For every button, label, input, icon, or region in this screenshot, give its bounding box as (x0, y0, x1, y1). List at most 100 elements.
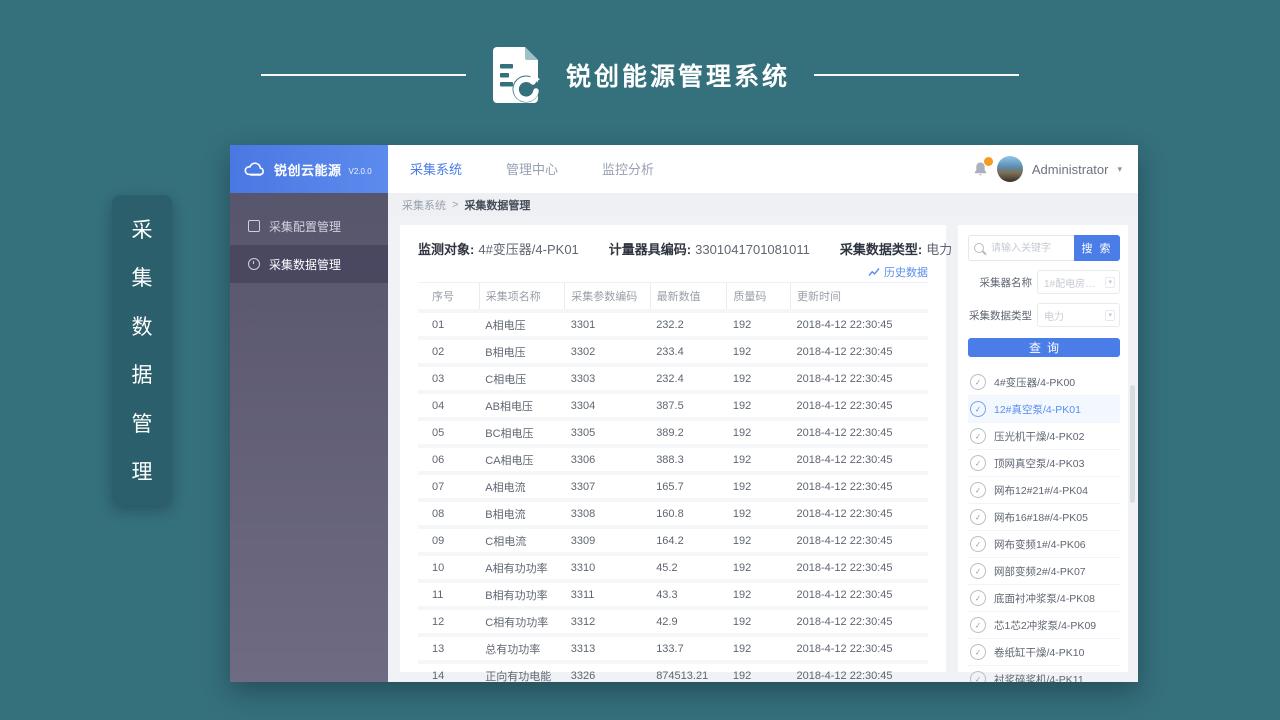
device-label: 4#变压器/4-PK00 (994, 375, 1075, 390)
check-icon: ✓ (969, 670, 987, 682)
side-card-title: 采集数据管理 (112, 195, 172, 505)
table-cell: 3308 (565, 500, 650, 527)
check-icon: ✓ (969, 481, 987, 499)
device-item[interactable]: ✓芯1芯2冲浆泵/4-PK09 (968, 612, 1120, 639)
monitor-object: 监测对象:4#变压器/4-PK01 (418, 239, 579, 258)
scrollbar[interactable] (1130, 385, 1135, 503)
table-cell: 232.2 (650, 311, 727, 338)
search-input[interactable] (989, 242, 1069, 255)
table-cell: 192 (727, 338, 791, 365)
device-label: 网布12#21#/4-PK04 (994, 483, 1088, 498)
device-label: 网部变频2#/4-PK07 (994, 564, 1086, 579)
table-cell: 02 (418, 338, 479, 365)
chevron-down-icon: ▾ (1105, 310, 1115, 321)
tab-1[interactable]: 采集系统 (410, 162, 462, 177)
table-cell: 3326 (565, 662, 650, 682)
table-cell: 192 (727, 473, 791, 500)
table-cell: 3302 (565, 338, 650, 365)
table-cell: 2018-4-12 22:30:45 (791, 473, 929, 500)
table-cell: 42.9 (650, 608, 727, 635)
device-item[interactable]: ✓网布变频1#/4-PK06 (968, 531, 1120, 558)
table-cell: 388.3 (650, 446, 727, 473)
app-main: 采集系统 管理中心 监控分析 Administrator ▾ 采集系统 > 采集数据… (388, 145, 1138, 682)
breadcrumb-separator: > (452, 199, 458, 211)
check-icon: ✓ (969, 508, 987, 526)
device-item[interactable]: ✓顶网真空泵/4-PK03 (968, 450, 1120, 477)
table-row: 12C相有功功率331242.91922018-4-12 22:30:45 (418, 608, 928, 635)
user-box: Administrator ▾ (973, 156, 1122, 182)
query-button[interactable]: 查询 (968, 338, 1120, 357)
monitor-info-row: 监测对象:4#变压器/4-PK01 计量器具编码: 330104170108101… (418, 239, 928, 258)
sidebar-item-label: 采集数据管理 (269, 256, 341, 273)
app-logo-version: V2.0.0 (349, 167, 372, 176)
monitor-object-value: 4#变压器/4-PK01 (478, 242, 578, 257)
app-logo: 锐创云能源 V2.0.0 (230, 145, 388, 193)
side-card-char: 数 (132, 311, 153, 341)
breadcrumb-parent[interactable]: 采集系统 (402, 197, 446, 213)
table-cell: 12 (418, 608, 479, 635)
history-data-link[interactable]: 历史数据 (868, 264, 928, 280)
sidebar-item-2[interactable]: 采集数据管理 (230, 245, 388, 283)
meter-code-value: 3301041701081011 (695, 242, 810, 257)
device-item[interactable]: ✓网布16#18#/4-PK05 (968, 504, 1120, 531)
datatype-label: 采集数据类型 (968, 308, 1032, 323)
tab-3[interactable]: 监控分析 (602, 162, 654, 177)
table-cell: 3309 (565, 527, 650, 554)
chevron-down-icon[interactable]: ▾ (1117, 164, 1122, 175)
check-icon: ✓ (969, 373, 987, 391)
tab-2[interactable]: 管理中心 (506, 162, 558, 177)
table-cell: 06 (418, 446, 479, 473)
table-cell: B相电压 (479, 338, 564, 365)
sidebar-item-1[interactable]: 采集配置管理 (230, 207, 388, 245)
device-item[interactable]: ✓ 网布12#21#/4-PK04 (968, 477, 1120, 504)
table-cell: 192 (727, 500, 791, 527)
table-row: 05BC相电压3305389.21922018-4-12 22:30:45 (418, 419, 928, 446)
device-item[interactable]: ✓卷纸缸干燥/4-PK10 (968, 639, 1120, 666)
data-type-value: 电力 (926, 242, 952, 257)
notification-bell-icon[interactable] (973, 161, 988, 177)
table-cell: 2018-4-12 22:30:45 (791, 365, 929, 392)
table-cell: 192 (727, 419, 791, 446)
search-button[interactable]: 搜 索 (1074, 235, 1120, 261)
table-cell: AB相电压 (479, 392, 564, 419)
table-cell: 3304 (565, 392, 650, 419)
device-item[interactable]: ✓12#真空泵/4-PK01 (968, 396, 1120, 423)
content-area: 监测对象:4#变压器/4-PK01 计量器具编码: 330104170108101… (388, 217, 1138, 682)
decor-line-right (814, 74, 1019, 76)
collector-select[interactable]: 1#配电房采集器 ▾ (1037, 270, 1120, 294)
table-cell: 2018-4-12 22:30:45 (791, 581, 929, 608)
cloud-icon (243, 162, 267, 177)
table-cell: 133.7 (650, 635, 727, 662)
table-cell: BC相电压 (479, 419, 564, 446)
page-header: 锐创能源管理系统 (0, 40, 1280, 110)
table-row: 08B相电流3308160.81922018-4-12 22:30:45 (418, 500, 928, 527)
table-row: 01A相电压3301232.21922018-4-12 22:30:45 (418, 311, 928, 338)
device-item[interactable]: ✓网部变频2#/4-PK07 (968, 558, 1120, 585)
table-cell: C相电压 (479, 365, 564, 392)
device-item[interactable]: ✓ 4#变压器/4-PK00 (968, 369, 1120, 396)
table-cell: 05 (418, 419, 479, 446)
data-type-label: 采集数据类型: (840, 242, 922, 257)
datatype-select[interactable]: 电力 ▾ (1037, 303, 1120, 327)
table-cell: 10 (418, 554, 479, 581)
meter-code-label: 计量器具编码: (609, 242, 691, 257)
device-item[interactable]: ✓衬浆碎浆机/4-PK11 (968, 666, 1120, 682)
user-name[interactable]: Administrator (1032, 162, 1109, 177)
table-cell: 2018-4-12 22:30:45 (791, 554, 929, 581)
column-header: 采集参数编码 (565, 283, 650, 312)
clock-icon (248, 258, 260, 270)
device-label: 底面衬冲浆泵/4-PK08 (994, 591, 1095, 606)
table-row: 10A相有功功率331045.21922018-4-12 22:30:45 (418, 554, 928, 581)
check-icon: ✓ (969, 427, 987, 445)
device-label: 芯1芯2冲浆泵/4-PK09 (994, 618, 1096, 633)
device-item[interactable]: ✓底面衬冲浆泵/4-PK08 (968, 585, 1120, 612)
table-cell: 3310 (565, 554, 650, 581)
check-icon: ✓ (969, 454, 987, 472)
table-cell: 07 (418, 473, 479, 500)
table-cell: 3313 (565, 635, 650, 662)
avatar[interactable] (997, 156, 1023, 182)
device-item[interactable]: ✓压光机干燥/4-PK02 (968, 423, 1120, 450)
table-cell: 3305 (565, 419, 650, 446)
table-cell: 164.2 (650, 527, 727, 554)
table-cell: 3301 (565, 311, 650, 338)
